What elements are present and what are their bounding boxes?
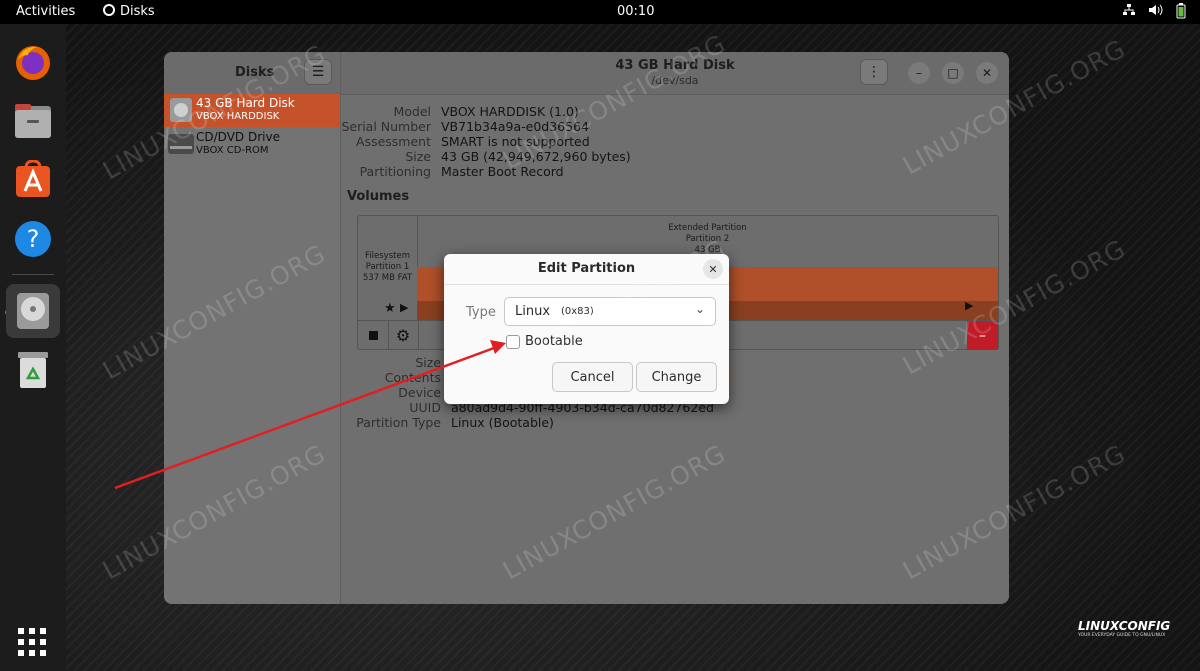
logo-tagline: YOUR EVERYDAY GUIDE TO GNU/LINUX [1078,633,1166,638]
logo-name: LINUXCONFIG [1078,619,1171,633]
annotation-arrow [114,340,506,490]
linuxconfig-logo: LINUXCONFIG YOUR EVERYDAY GUIDE TO GNU/L… [1078,619,1194,649]
